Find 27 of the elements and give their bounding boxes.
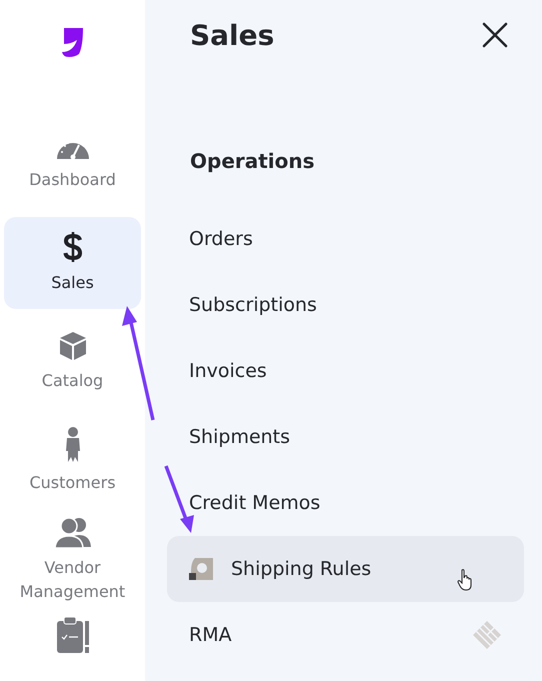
menu-item[interactable]: Subscriptions <box>167 272 524 338</box>
menu-item[interactable]: Orders <box>167 206 524 272</box>
sidebar-item[interactable]: Catalog <box>4 316 141 408</box>
sidebar-label: Sales <box>51 272 94 294</box>
panel-title: Sales <box>190 18 274 52</box>
menu-item[interactable]: Shipments <box>167 404 524 470</box>
dollar-icon <box>62 231 82 263</box>
menu-item[interactable]: Credit Memos <box>167 470 524 536</box>
people-icon <box>54 516 90 548</box>
sidebar-label: Customers <box>29 472 116 494</box>
box-icon <box>58 331 86 361</box>
grid-icon <box>472 620 502 650</box>
menu-item[interactable]: Shipping Rules <box>167 536 524 602</box>
sidebar-item[interactable]: Vendor Management <box>4 514 141 606</box>
sidebar-label: Catalog <box>42 370 104 392</box>
person-icon <box>64 427 82 463</box>
sidebar-label: Vendor Management <box>20 557 126 603</box>
sidebar-item[interactable]: Dashboard <box>4 118 141 210</box>
section-heading: Operations <box>190 149 316 173</box>
sidebar-label: Dashboard <box>29 169 116 191</box>
clipboard-icon <box>56 617 90 653</box>
sidebar-item[interactable]: Sales <box>4 217 141 309</box>
sidebar-item[interactable]: Customers <box>4 415 141 507</box>
menu-item[interactable]: Invoices <box>167 338 524 404</box>
app-icon <box>189 558 213 580</box>
menu-item[interactable]: RMA <box>167 602 524 668</box>
logo-icon <box>60 26 84 58</box>
